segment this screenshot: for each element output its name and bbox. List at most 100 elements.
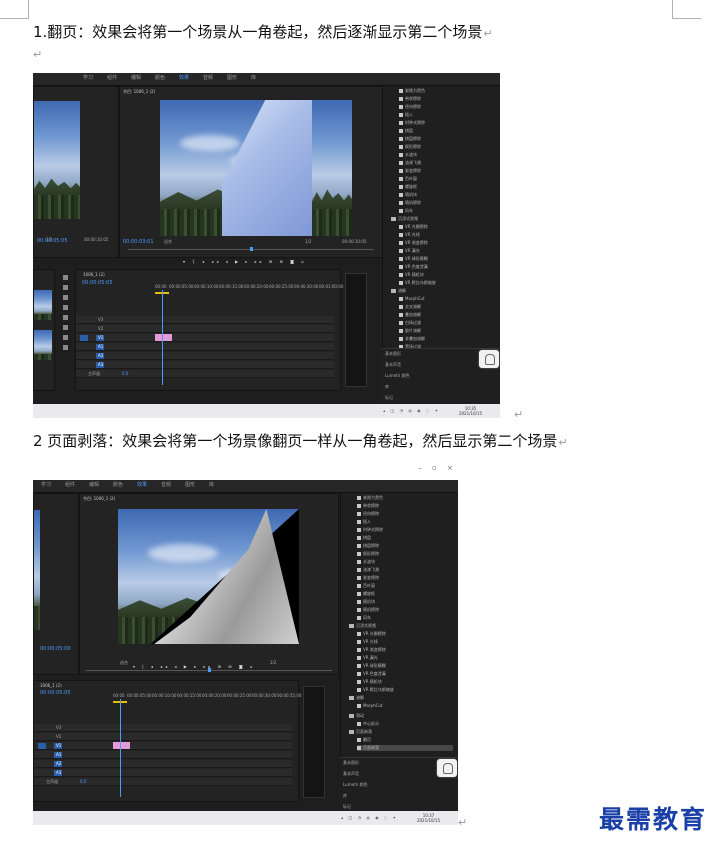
effect-item[interactable]: 水波块 <box>399 152 417 158</box>
menu-item[interactable]: 库 <box>251 74 256 81</box>
effect-item[interactable]: 叠加溶解 <box>399 312 421 318</box>
ripple-tool-icon[interactable] <box>63 295 68 300</box>
effect-item[interactable]: 棋盘 <box>399 128 413 134</box>
menu-item-active[interactable]: 效果 <box>137 481 147 488</box>
side-panel-item[interactable]: Lumetri 颜色 <box>385 373 410 379</box>
tray-icons[interactable]: ▴ ◫ ◔ ◍ ◉ ◌ ✦ <box>383 408 440 413</box>
effect-item[interactable]: 渐隐为黑色 <box>399 88 425 94</box>
timeline-playhead[interactable] <box>162 290 163 385</box>
menu-item[interactable]: 学习 <box>41 481 51 488</box>
effect-item[interactable]: 楔形擦除 <box>399 144 421 150</box>
track-v2[interactable]: V2 <box>56 734 61 739</box>
side-panel-item[interactable]: 标记 <box>343 804 351 810</box>
effect-item[interactable]: 渐变擦除 <box>357 575 379 581</box>
program-fit-dropdown[interactable]: 适合 <box>164 239 172 245</box>
track-select-tool-icon[interactable] <box>63 285 68 290</box>
side-panel-item[interactable]: 基本声音 <box>343 771 359 777</box>
razor-tool-icon[interactable] <box>63 305 68 310</box>
effect-folder[interactable]: 沉浸式视频 <box>391 216 418 222</box>
effect-item[interactable]: 翻页 <box>357 737 371 743</box>
effect-item[interactable]: 带状擦除 <box>357 503 379 509</box>
timeline-clip[interactable] <box>113 742 130 749</box>
side-panel-item[interactable]: 标记 <box>385 395 393 401</box>
menu-item[interactable]: 组件 <box>107 74 117 81</box>
track-a1[interactable]: A1 <box>98 344 103 349</box>
selection-tool-icon[interactable] <box>63 275 68 280</box>
track-v2[interactable]: V2 <box>98 326 103 331</box>
effect-item[interactable]: 风车 <box>357 615 371 621</box>
side-panel-item[interactable]: 基本图形 <box>343 760 359 766</box>
effect-item[interactable]: VR 光圈擦除 <box>357 631 386 637</box>
menu-item[interactable]: 图形 <box>227 74 237 81</box>
menu-item[interactable]: 编辑 <box>89 481 99 488</box>
track-a3[interactable]: A3 <box>98 362 103 367</box>
track-a2[interactable]: A2 <box>56 761 61 766</box>
track-v1[interactable]: V1 <box>98 335 103 340</box>
effect-item[interactable]: 随机块 <box>399 192 417 198</box>
track-a2[interactable]: A2 <box>98 353 103 358</box>
program-fit-dropdown[interactable]: 适合 <box>120 660 128 666</box>
effect-item[interactable]: 渐隐为黑色 <box>357 495 383 501</box>
effect-item[interactable]: VR 球形模糊 <box>399 256 428 262</box>
effect-item[interactable]: 随机擦除 <box>399 200 421 206</box>
effect-folder[interactable]: 页面剥落 <box>349 729 372 735</box>
effect-item[interactable]: VR 漏光 <box>399 248 420 254</box>
menu-item[interactable]: 组件 <box>65 481 75 488</box>
effect-item[interactable]: 螺旋框 <box>357 591 375 597</box>
pen-tool-icon[interactable] <box>63 325 68 330</box>
type-tool-icon[interactable] <box>63 345 68 350</box>
side-panel-item[interactable]: 基本图形 <box>385 351 401 357</box>
effect-item[interactable]: MorphCut <box>399 296 425 301</box>
effect-item[interactable]: VR 默比乌斯缩放 <box>399 280 436 286</box>
menu-item[interactable]: 颜色 <box>113 481 123 488</box>
effect-item[interactable]: VR 随机块 <box>357 679 382 685</box>
effect-item[interactable]: 楔形擦除 <box>357 551 379 557</box>
effect-item[interactable]: 螺旋框 <box>399 184 417 190</box>
effect-folder[interactable]: 滑动 <box>349 713 364 719</box>
effect-item[interactable]: 百叶窗 <box>399 176 417 182</box>
effect-item[interactable]: VR 渐变擦除 <box>399 240 428 246</box>
effect-item[interactable]: 随机块 <box>357 599 375 605</box>
effect-item[interactable]: VR 默比乌斯缩放 <box>357 687 394 693</box>
effect-item[interactable]: 插入 <box>399 112 413 118</box>
effect-item[interactable]: 白场过渡 <box>399 320 421 326</box>
effect-item[interactable]: 风车 <box>399 208 413 214</box>
menu-item[interactable]: 颜色 <box>155 74 165 81</box>
effect-folder[interactable]: 沉浸式视频 <box>349 623 376 629</box>
effect-item[interactable]: 百叶窗 <box>357 583 375 589</box>
effect-item[interactable]: VR 光圈擦除 <box>399 224 428 230</box>
effect-item[interactable]: VR 漏光 <box>357 655 378 661</box>
effect-item[interactable]: 渐变擦除 <box>399 168 421 174</box>
sequence-tab[interactable]: 1006_1 (2) <box>40 683 62 688</box>
side-panel-item[interactable]: Lumetri 颜色 <box>343 782 368 788</box>
program-playhead[interactable] <box>250 247 253 251</box>
effect-folder[interactable]: 溶解 <box>391 288 406 294</box>
menu-item[interactable]: 音频 <box>161 481 171 488</box>
menu-item[interactable]: 学习 <box>83 74 93 81</box>
side-panel-item[interactable]: 库 <box>343 793 347 799</box>
tray-icons[interactable]: ▴ ◫ ◔ ◍ ◉ ◌ ✦ <box>341 815 398 820</box>
effect-item[interactable]: 胶片溶解 <box>399 328 421 334</box>
sequence-tab[interactable]: 1006_1 (2) <box>83 272 105 277</box>
hand-tool-icon[interactable] <box>63 335 68 340</box>
effect-item[interactable]: 时钟式擦除 <box>357 527 383 533</box>
track-v1[interactable]: V1 <box>56 743 61 748</box>
effect-item[interactable]: 中心拆分 <box>357 721 379 727</box>
transport-controls[interactable]: ▾ { ◂ ◂◂ ◂ ▶ ▸ ▸▸ ⊞ ⊞ ◙ ⌂ <box>183 259 307 264</box>
effect-item[interactable]: 插入 <box>357 519 371 525</box>
minimize-button[interactable]: – <box>418 464 422 472</box>
effect-folder[interactable]: 溶解 <box>349 695 364 701</box>
effect-item[interactable]: VR 光线 <box>357 639 378 645</box>
effect-item[interactable]: VR 球形模糊 <box>357 663 386 669</box>
menu-item[interactable]: 编辑 <box>131 74 141 81</box>
side-panel-item[interactable]: 基本声音 <box>385 362 401 368</box>
effect-item[interactable]: 交叉溶解 <box>399 304 421 310</box>
maximize-button[interactable]: ▫ <box>432 464 437 472</box>
slip-tool-icon[interactable] <box>63 315 68 320</box>
side-panel-item[interactable]: 库 <box>385 384 389 390</box>
timeline-playhead[interactable] <box>120 699 121 797</box>
track-v3[interactable]: V3 <box>56 725 61 730</box>
close-button[interactable]: × <box>447 464 453 472</box>
effect-item[interactable]: 油漆飞溅 <box>399 160 421 166</box>
menu-item[interactable]: 音频 <box>203 74 213 81</box>
